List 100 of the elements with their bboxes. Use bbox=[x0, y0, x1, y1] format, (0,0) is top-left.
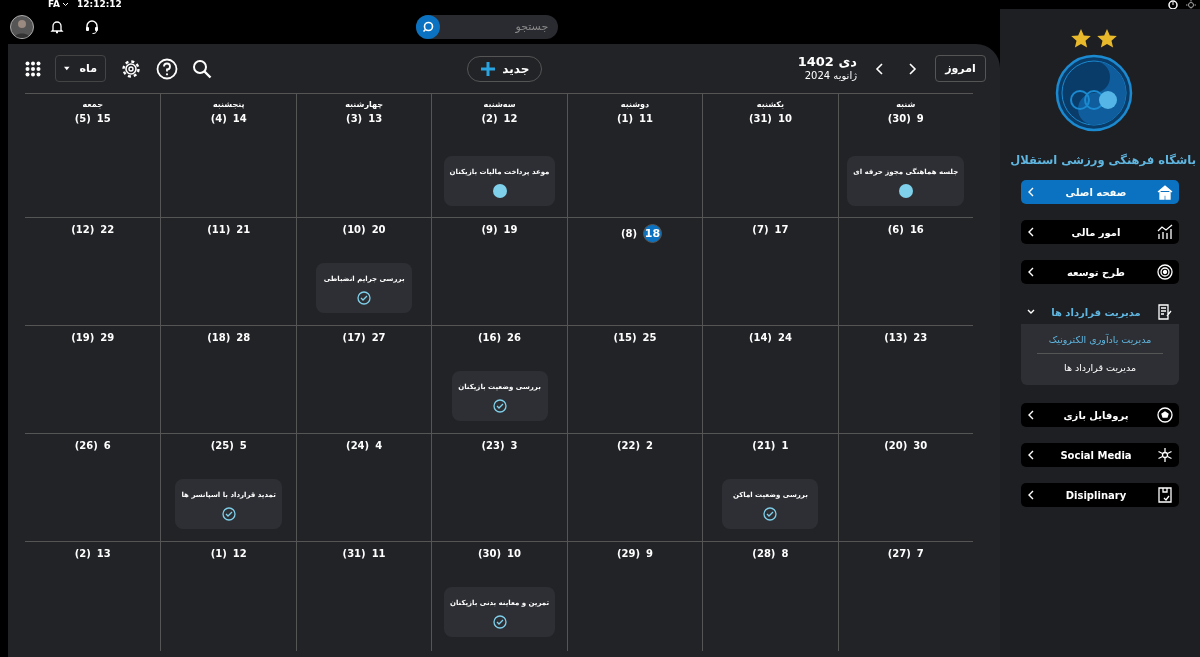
weekday-label: یکشنبه bbox=[756, 100, 784, 109]
day-number: 26 bbox=[507, 332, 521, 343]
day-number: 12 bbox=[232, 548, 247, 559]
day-number: 29 bbox=[100, 332, 115, 343]
club-name: باشگاه فرهنگی ورزشی استقلال bbox=[1010, 153, 1196, 167]
day-number: 12 bbox=[503, 113, 518, 124]
chevron-icon bbox=[1027, 490, 1035, 500]
network-icon bbox=[1157, 447, 1173, 463]
sidebar-menu-item[interactable]: Disiplinary bbox=[1021, 483, 1179, 507]
gregorian-date: (14) bbox=[748, 332, 772, 343]
gregorian-date: (29) bbox=[616, 548, 640, 559]
language-selector[interactable]: FA bbox=[48, 0, 70, 9]
submenu-item[interactable]: مدیریت قرارداد ها bbox=[1064, 356, 1136, 379]
gregorian-date: (15) bbox=[613, 332, 637, 343]
sidebar-menu-item[interactable]: صفحه اصلی bbox=[1021, 180, 1179, 204]
gregorian-date: (2) bbox=[481, 113, 498, 124]
power-icon[interactable] bbox=[1168, 0, 1178, 10]
sidebar-menu-item[interactable]: مدیریت قرارداد ها bbox=[1021, 300, 1179, 324]
gregorian-date: (5) bbox=[74, 113, 91, 124]
day-number: 3 bbox=[510, 440, 518, 451]
sun-icon[interactable] bbox=[1186, 0, 1196, 10]
gregorian-date: (4) bbox=[210, 113, 227, 124]
apps-grid-icon[interactable] bbox=[25, 60, 41, 77]
weekday-label: جمعه bbox=[82, 100, 103, 109]
day-number: 4 bbox=[375, 440, 383, 451]
day-number: 23 bbox=[913, 332, 928, 343]
day-number: 8 bbox=[781, 548, 789, 559]
view-dropdown[interactable]: ماه bbox=[55, 55, 106, 82]
day-number: 10 bbox=[507, 548, 521, 559]
day-number: 2 bbox=[646, 440, 653, 451]
sidebar-menu-item[interactable]: پروفایل بازی bbox=[1021, 403, 1179, 427]
weekday-label: دوشنبه bbox=[620, 100, 650, 109]
caret-icon bbox=[64, 66, 70, 71]
settings-icon[interactable] bbox=[120, 57, 142, 80]
day-number: 25 bbox=[642, 332, 657, 343]
weekday-label: سه‌شنبه bbox=[483, 100, 516, 109]
gregorian-date: (9) bbox=[481, 224, 498, 235]
gregorian-date: (10) bbox=[342, 224, 366, 235]
day-number: 13 bbox=[368, 113, 383, 124]
day-number: 28 bbox=[236, 332, 251, 343]
gregorian-date: (2) bbox=[74, 548, 91, 559]
gregorian-date: (3) bbox=[346, 113, 363, 124]
weekday-label: شنبه bbox=[896, 100, 916, 109]
month-subtitle: ژانویه 2024 bbox=[803, 70, 857, 82]
day-number: 11 bbox=[371, 548, 386, 559]
gregorian-date: (1) bbox=[210, 548, 227, 559]
day-number: 5 bbox=[239, 440, 247, 451]
help-icon[interactable] bbox=[156, 57, 178, 80]
day-number: 11 bbox=[639, 113, 653, 124]
search-field[interactable]: جستجو bbox=[440, 20, 559, 33]
check-circle-icon bbox=[492, 399, 507, 413]
chevron-icon bbox=[1027, 187, 1035, 197]
month-title: دی 1402 bbox=[797, 55, 857, 71]
day-number: 30 bbox=[913, 440, 928, 451]
document-edit-icon bbox=[1157, 304, 1173, 320]
check-circle-icon bbox=[492, 615, 507, 629]
gregorian-date: (24) bbox=[346, 440, 370, 451]
day-number: 21 bbox=[236, 224, 251, 235]
search-icon[interactable] bbox=[192, 58, 212, 79]
day-number: 15 bbox=[96, 113, 111, 124]
chevron-icon bbox=[1027, 227, 1035, 237]
gregorian-date: (21) bbox=[752, 440, 776, 451]
gregorian-date: (31) bbox=[748, 113, 772, 124]
day-number: 27 bbox=[371, 332, 386, 343]
gregorian-date: (11) bbox=[207, 224, 231, 235]
day-number: 24 bbox=[777, 332, 792, 343]
day-number: 14 bbox=[232, 113, 247, 124]
gregorian-date: (23) bbox=[481, 440, 505, 451]
chevron-icon bbox=[1027, 267, 1035, 277]
gregorian-date: (30) bbox=[887, 113, 911, 124]
day-number: 10 bbox=[777, 113, 792, 124]
day-number: 9 bbox=[916, 113, 924, 124]
search-bar[interactable]: جستجو bbox=[416, 14, 559, 39]
day-number: 20 bbox=[371, 224, 386, 235]
caret-icon bbox=[62, 2, 70, 7]
gregorian-date: (18) bbox=[207, 332, 231, 343]
gregorian-date: (27) bbox=[887, 548, 911, 559]
gregorian-date: (12) bbox=[71, 224, 95, 235]
search-icon[interactable] bbox=[416, 14, 441, 39]
sidebar-menu-item[interactable]: Social Media bbox=[1021, 443, 1179, 467]
user-avatar[interactable] bbox=[10, 14, 34, 39]
day-number: 18 bbox=[643, 224, 662, 243]
check-circle-icon bbox=[221, 507, 236, 521]
gregorian-date: (16) bbox=[478, 332, 502, 343]
plus-icon bbox=[480, 60, 497, 77]
submenu-item[interactable]: مدیریت یادآوری الکترونیک bbox=[1048, 328, 1152, 351]
sidebar-menu-item[interactable]: امور مالی bbox=[1021, 220, 1179, 244]
sidebar-menu-item[interactable]: طرح توسعه bbox=[1021, 260, 1179, 284]
clock-time: 12:12:12 bbox=[77, 0, 122, 9]
soccer-ball-icon bbox=[1157, 407, 1173, 423]
gregorian-date: (6) bbox=[887, 224, 904, 235]
gregorian-date: (13) bbox=[884, 332, 908, 343]
weekday-label: چهارشنبه bbox=[345, 100, 384, 109]
day-number: 6 bbox=[103, 440, 111, 451]
target-icon bbox=[1157, 264, 1173, 280]
gregorian-date: (1) bbox=[616, 113, 634, 124]
weekday-label: پنجشنبه bbox=[212, 100, 245, 109]
home-icon bbox=[1157, 184, 1173, 200]
today-button[interactable]: امروز bbox=[935, 55, 986, 82]
clipboard-check-icon bbox=[1157, 487, 1173, 503]
